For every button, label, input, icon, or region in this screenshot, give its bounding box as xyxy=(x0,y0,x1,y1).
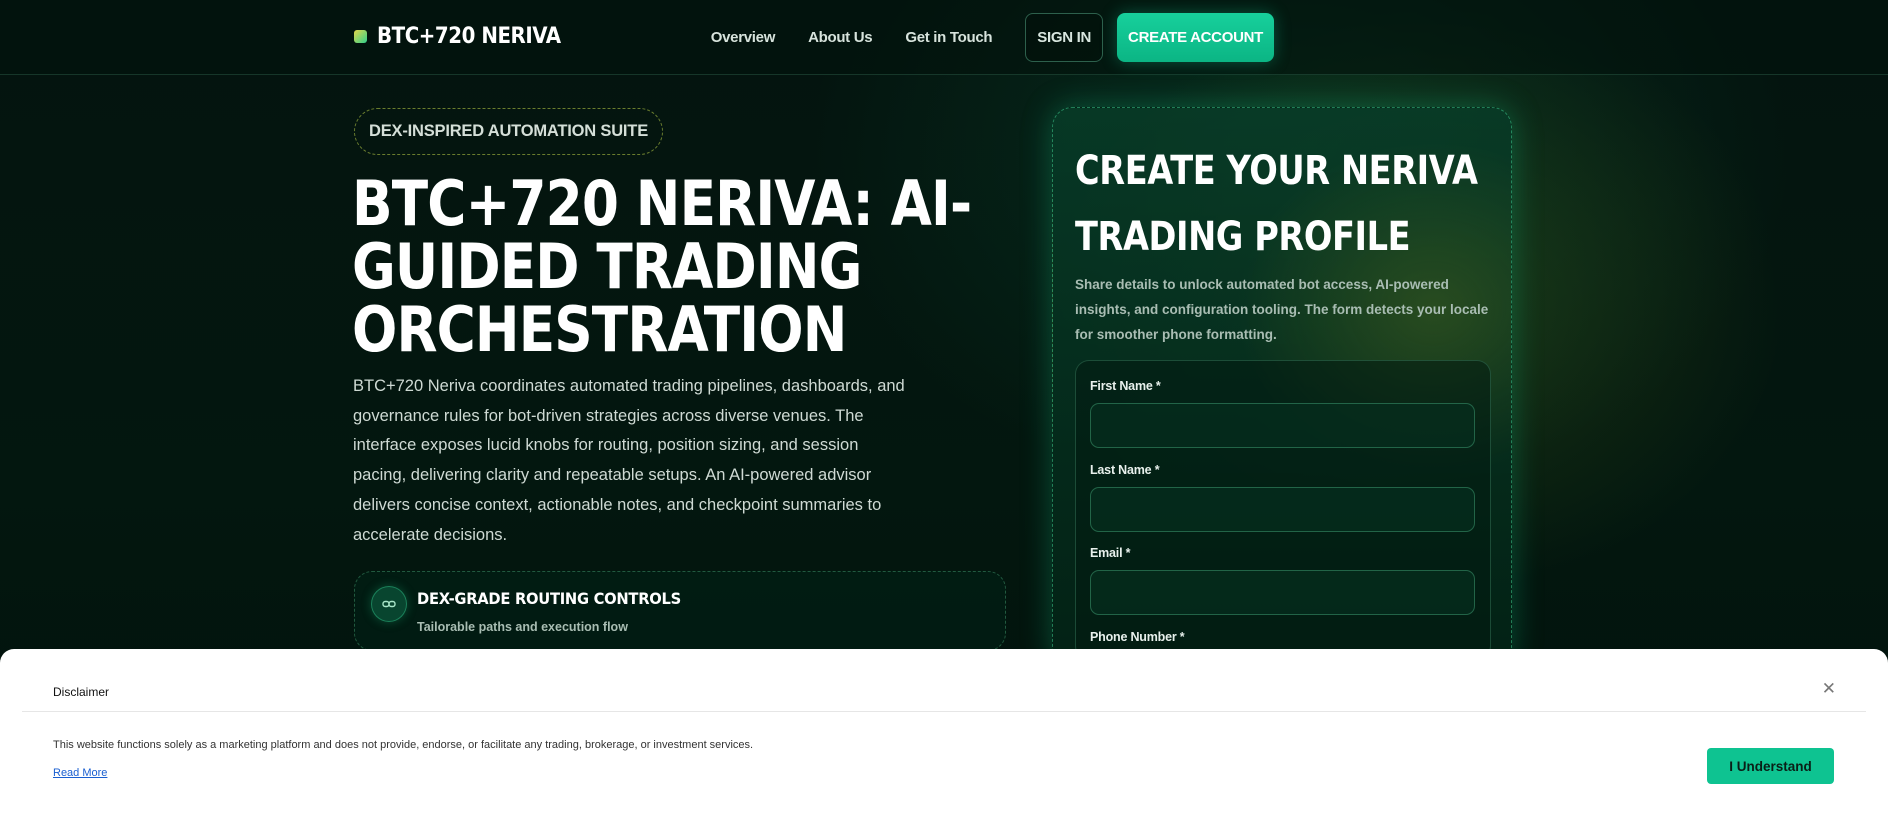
first-name-label: First Name * xyxy=(1090,379,1161,393)
hero-badge: DEX-INSPIRED AUTOMATION SUITE xyxy=(354,108,663,155)
disclaimer-divider xyxy=(22,711,1866,712)
signup-card: CREATE YOUR NERIVA TRADING PROFILE Share… xyxy=(1052,107,1512,667)
form-description: Share details to unlock automated bot ac… xyxy=(1075,277,1489,342)
hero-title: BTC+720 NERIVA: AI- GUIDED TRADING ORCHE… xyxy=(352,167,972,366)
form-title-line-2: TRADING PROFILE xyxy=(1075,214,1411,260)
first-name-field[interactable] xyxy=(1090,403,1475,448)
logo-mark-icon xyxy=(354,30,367,43)
site-header: BTC+720 NERIVA Overview About Us Get in … xyxy=(0,0,1888,75)
disclaimer-title: Disclaimer xyxy=(53,685,110,699)
feature-card-routing: DEX-GRADE ROUTING CONTROLS Tailorable pa… xyxy=(354,571,1006,651)
hero-title-line-1: BTC+720 NERIVA: AI- xyxy=(352,167,972,240)
disclaimer-text: This website functions solely as a marke… xyxy=(53,739,754,751)
logo[interactable]: BTC+720 NERIVA xyxy=(354,24,581,49)
close-icon[interactable]: ✕ xyxy=(1822,679,1836,699)
hero-description: BTC+720 Neriva coordinates automated tra… xyxy=(353,377,905,544)
link-icon xyxy=(371,586,407,622)
feature-title: DEX-GRADE ROUTING CONTROLS xyxy=(417,589,681,608)
nav-link-overview[interactable]: Overview xyxy=(711,29,776,46)
main-nav: Overview About Us Get in Touch SIGN IN C… xyxy=(711,13,1274,62)
phone-label: Phone Number * xyxy=(1090,630,1185,644)
disclaimer-banner: Disclaimer ✕ This website functions sole… xyxy=(0,649,1888,818)
read-more-link[interactable]: Read More xyxy=(53,767,107,779)
form-title: CREATE YOUR NERIVA TRADING PROFILE xyxy=(1075,138,1478,270)
last-name-field[interactable] xyxy=(1090,487,1475,532)
hero-title-line-2: GUIDED TRADING xyxy=(352,230,862,303)
email-field[interactable] xyxy=(1090,570,1475,615)
nav-link-about-us[interactable]: About Us xyxy=(808,29,873,46)
feature-subtitle: Tailorable paths and execution flow xyxy=(417,620,628,634)
sign-in-button[interactable]: SIGN IN xyxy=(1025,13,1104,62)
create-account-button[interactable]: CREATE ACCOUNT xyxy=(1117,13,1274,62)
last-name-label: Last Name * xyxy=(1090,463,1160,477)
logo-text: BTC+720 NERIVA xyxy=(377,24,561,49)
email-label: Email * xyxy=(1090,546,1131,560)
form-title-line-1: CREATE YOUR NERIVA xyxy=(1075,148,1478,194)
nav-link-get-in-touch[interactable]: Get in Touch xyxy=(905,29,992,46)
i-understand-button[interactable]: I Understand xyxy=(1707,748,1834,784)
hero-title-line-3: ORCHESTRATION xyxy=(352,293,847,366)
signup-form: First Name * Last Name * Email * Phone N… xyxy=(1075,360,1491,660)
